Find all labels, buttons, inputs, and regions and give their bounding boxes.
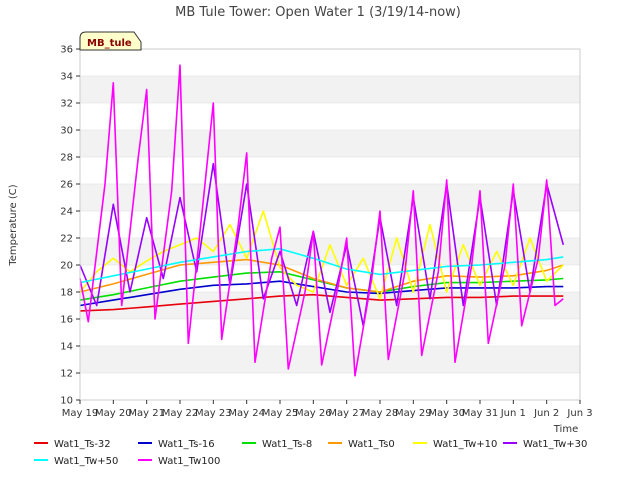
grid-band <box>80 184 580 211</box>
y-tick-label: 22 <box>60 234 73 245</box>
y-tick-label: 14 <box>60 342 73 353</box>
y-tick-label: 28 <box>60 153 73 164</box>
x-tick-label: May 26 <box>295 408 332 419</box>
x-axis-ticks: May 19May 20May 21May 22May 23May 24May … <box>62 400 593 419</box>
grid-band <box>80 76 580 103</box>
legend-label: Wat1_Ts-16 <box>158 439 215 450</box>
x-tick-label: May 19 <box>62 408 99 419</box>
legend-label: Wat1_Tw+10 <box>433 439 497 450</box>
x-tick-label: May 24 <box>228 408 265 419</box>
legend-label: Wat1_Ts0 <box>348 439 395 450</box>
legend: Wat1_Ts-32 Wat1_Ts-16 Wat1_Ts-8 Wat1_Ts0 Wat… <box>34 439 587 467</box>
y-axis-ticks: 10 12 14 16 18 20 22 24 26 28 30 32 34 36 <box>60 45 80 407</box>
y-tick-label: 34 <box>60 72 73 83</box>
x-tick-label: May 23 <box>195 408 232 419</box>
chart: MB Tule Tower: Open Water 1 (3/19/14-now… <box>8 5 593 467</box>
grid-band <box>80 130 580 157</box>
x-tick-label: May 22 <box>162 408 199 419</box>
y-tick-label: 24 <box>60 207 73 218</box>
x-tick-label: May 28 <box>362 408 399 419</box>
x-tick-label: May 20 <box>95 408 132 419</box>
x-tick-label: May 30 <box>428 408 465 419</box>
x-tick-label: May 21 <box>128 408 165 419</box>
y-axis-label: Temperature (C) <box>8 184 19 266</box>
legend-label: Wat1_Ts-8 <box>262 439 312 450</box>
chart-title: MB Tule Tower: Open Water 1 (3/19/14-now… <box>175 5 461 20</box>
legend-label: Wat1_Tw+50 <box>54 456 118 467</box>
plot-background <box>80 48 580 401</box>
x-tick-label: May 25 <box>262 408 299 419</box>
legend-label: Wat1_Tw+30 <box>523 439 587 450</box>
x-tick-label: Jun 3 <box>566 408 592 419</box>
legend-label: Wat1_Tw100 <box>158 456 220 467</box>
y-tick-label: 30 <box>60 126 73 137</box>
y-tick-label: 36 <box>60 45 73 56</box>
y-tick-label: 12 <box>60 369 73 380</box>
x-tick-label: Jun 1 <box>500 408 526 419</box>
y-tick-label: 10 <box>60 396 73 407</box>
x-tick-label: May 27 <box>328 408 365 419</box>
x-tick-label: May 29 <box>395 408 432 419</box>
site-tag: MB_tule <box>79 31 142 51</box>
y-tick-label: 16 <box>60 315 73 326</box>
y-tick-label: 32 <box>60 99 73 110</box>
legend-label: Wat1_Ts-32 <box>54 439 111 450</box>
grid-band <box>80 346 580 373</box>
site-tag-label: MB_tule <box>87 38 132 49</box>
x-tick-label: May 31 <box>462 408 499 419</box>
x-tick-label: Jun 2 <box>533 408 559 419</box>
x-axis-label: Time <box>553 424 578 435</box>
y-tick-label: 26 <box>60 180 73 191</box>
y-tick-label: 18 <box>60 288 73 299</box>
y-tick-label: 20 <box>60 261 73 272</box>
